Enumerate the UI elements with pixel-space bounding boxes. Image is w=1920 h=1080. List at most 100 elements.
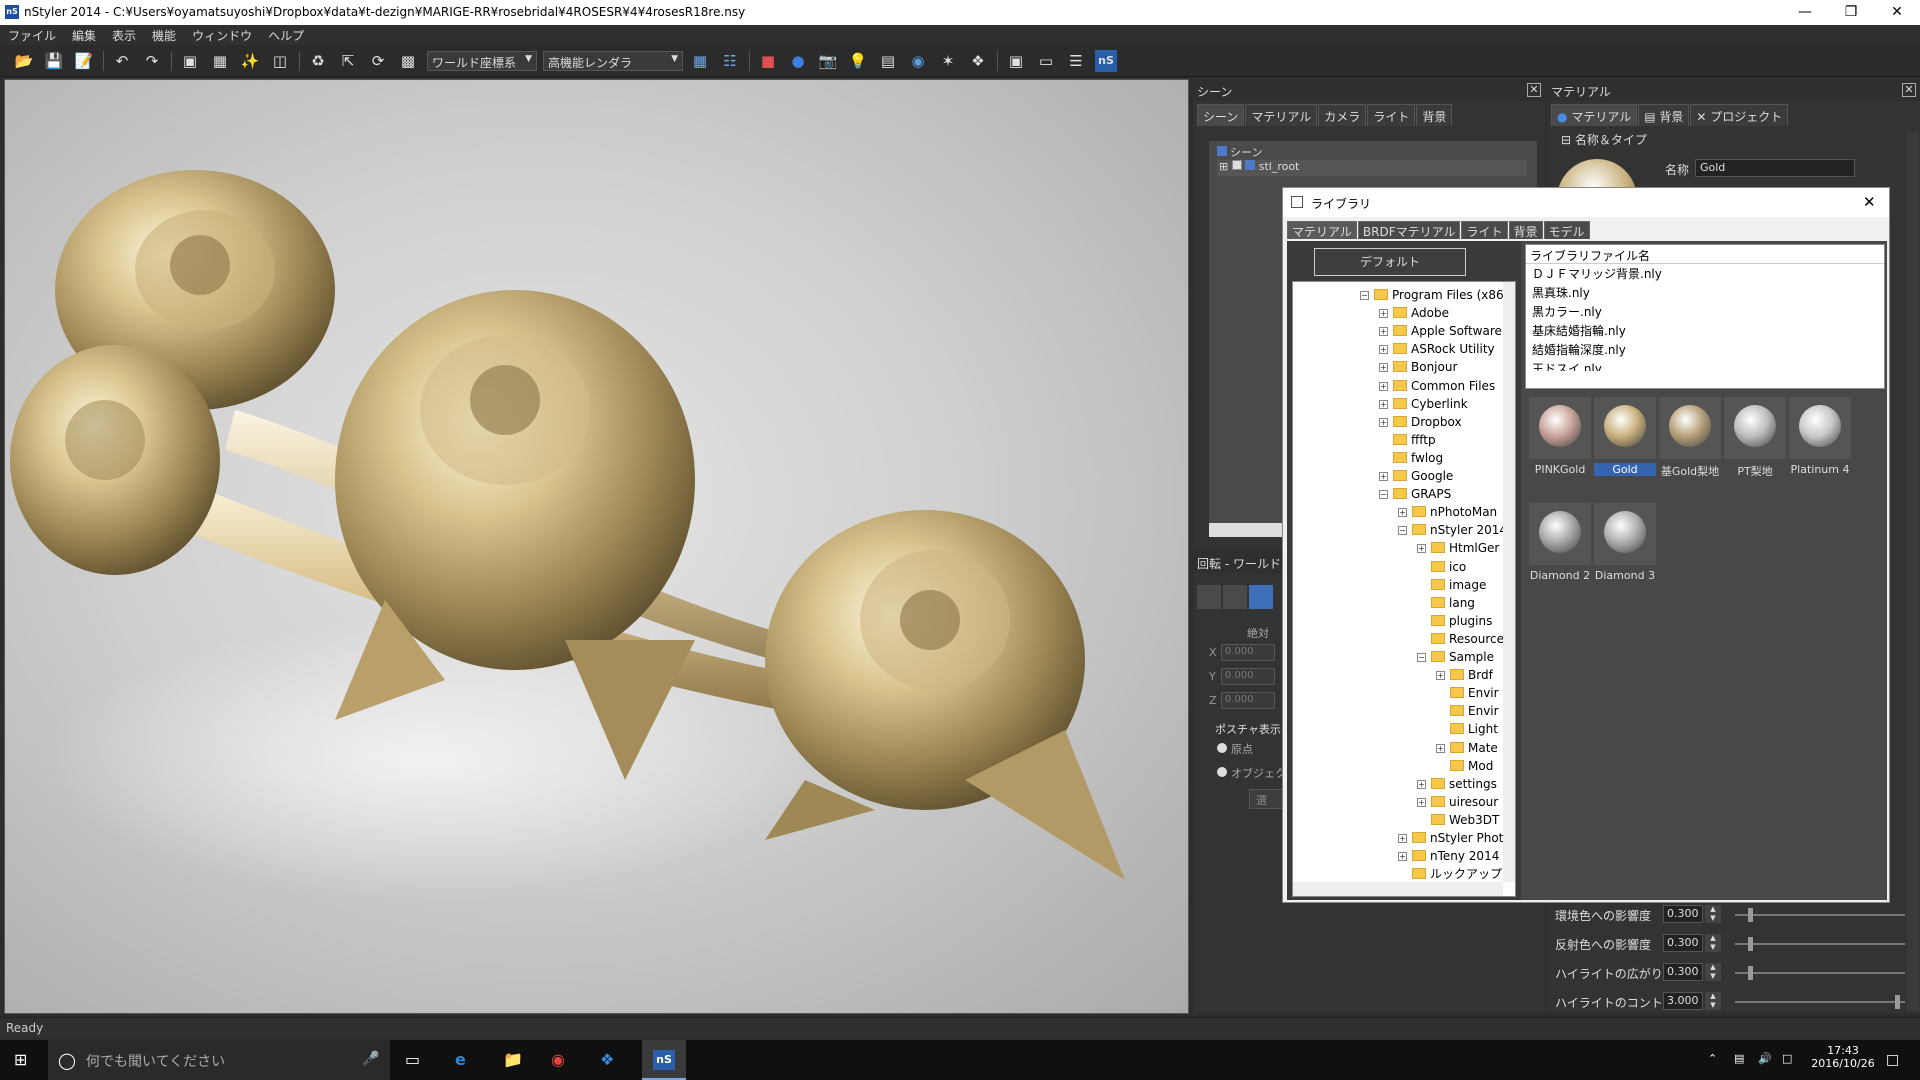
- folder-tree-item[interactable]: + settings: [1417, 775, 1497, 793]
- nstyler-icon[interactable]: nS: [1095, 50, 1117, 72]
- folder-tree-item[interactable]: Envir: [1436, 702, 1499, 720]
- file-explorer-icon[interactable]: 📁: [503, 1050, 523, 1069]
- renderer-select[interactable]: 高機能レンダラ ▼: [543, 51, 683, 71]
- folder-tree-item[interactable]: − Program Files (x86): [1360, 286, 1508, 304]
- screenshot-icon[interactable]: ▣: [1005, 50, 1027, 72]
- nstyler-taskbar-button[interactable]: nS: [642, 1040, 686, 1080]
- scale-icon[interactable]: ▩: [397, 50, 419, 72]
- microphone-icon[interactable]: 🎤: [362, 1051, 379, 1067]
- volume-icon[interactable]: 🔊: [1758, 1052, 1772, 1065]
- expand-icon[interactable]: +: [1398, 852, 1407, 862]
- menu-function[interactable]: 機能: [144, 25, 184, 44]
- collapse-icon[interactable]: −: [1417, 653, 1426, 662]
- default-button[interactable]: デフォルト: [1314, 248, 1466, 276]
- menu-edit[interactable]: 編集: [64, 25, 104, 44]
- environment-icon[interactable]: ◉: [907, 50, 929, 72]
- move-icon[interactable]: ⇱: [337, 50, 359, 72]
- prop-spread-value[interactable]: 0.300: [1663, 963, 1703, 981]
- collapse-icon[interactable]: −: [1398, 526, 1407, 536]
- axis-y-field[interactable]: 0.000: [1221, 668, 1275, 685]
- folder-tree-item[interactable]: + Google: [1379, 467, 1453, 485]
- material-thumbnail[interactable]: Diamond 2: [1529, 503, 1591, 587]
- folder-tree-item[interactable]: Envir: [1436, 684, 1499, 702]
- scene-panel-close[interactable]: ✕: [1527, 83, 1541, 97]
- expand-icon[interactable]: +: [1417, 797, 1426, 807]
- file-item[interactable]: 黒カラー.nly: [1526, 302, 1884, 321]
- lib-tab-light[interactable]: ライト: [1461, 221, 1508, 239]
- folder-tree-item[interactable]: Mod: [1436, 757, 1493, 775]
- expand-icon[interactable]: +: [1379, 309, 1388, 319]
- prop-spread-spinner[interactable]: ▲ ▼: [1705, 963, 1721, 981]
- prop-spread-slider[interactable]: [1735, 972, 1905, 974]
- windows-start-icon[interactable]: ⊞: [14, 1050, 27, 1069]
- collapse-icon[interactable]: −: [1360, 291, 1369, 300]
- coord-system-select[interactable]: ワールド座標系 ▼: [427, 51, 537, 71]
- list-icon[interactable]: ☰: [1065, 50, 1087, 72]
- expand-icon[interactable]: +: [1398, 834, 1407, 843]
- maximize-button[interactable]: ❐: [1828, 0, 1874, 25]
- expand-icon[interactable]: +: [1417, 544, 1426, 554]
- open-icon[interactable]: 📂: [13, 50, 35, 72]
- folder-tree-item[interactable]: + nStyler Phot: [1398, 829, 1503, 847]
- tree-vscrollbar[interactable]: [1503, 282, 1515, 882]
- menu-file[interactable]: ファイル: [0, 25, 64, 44]
- folder-tree-item[interactable]: Web3DT: [1417, 811, 1499, 829]
- folder-tree-item[interactable]: + ASRock Utility: [1379, 340, 1495, 358]
- prop-ambient-value[interactable]: 0.300: [1663, 905, 1703, 923]
- slider-knob[interactable]: [1748, 937, 1754, 951]
- tab-material-props[interactable]: ● マテリアル: [1551, 104, 1638, 126]
- save-as-icon[interactable]: 📝: [73, 50, 95, 72]
- prop-ambient-spinner[interactable]: ▲ ▼: [1705, 905, 1721, 923]
- 3d-viewport[interactable]: [4, 79, 1189, 1014]
- rotate-icon[interactable]: ⟳: [367, 50, 389, 72]
- file-item[interactable]: 黒真珠.nly: [1526, 283, 1884, 302]
- material-scrollbar[interactable]: [1907, 131, 1919, 1011]
- background-icon[interactable]: ▤: [877, 50, 899, 72]
- folder-tree-item[interactable]: plugins: [1417, 612, 1492, 630]
- lib-tab-model[interactable]: モデル: [1543, 221, 1590, 239]
- library-close-button[interactable]: ✕: [1863, 193, 1876, 211]
- folder-tree-item[interactable]: ルックアップテ: [1398, 865, 1514, 883]
- file-item[interactable]: 基床結婚指輪.nly: [1526, 321, 1884, 340]
- folder-tree-item[interactable]: + HtmlGer: [1417, 539, 1499, 557]
- folder-tree-item[interactable]: + Mate: [1436, 739, 1498, 757]
- expand-icon[interactable]: +: [1398, 508, 1407, 518]
- prop-contrast-value[interactable]: 3.000: [1663, 992, 1703, 1010]
- expand-icon[interactable]: +: [1379, 345, 1388, 355]
- axis-z-field[interactable]: 0.000: [1221, 692, 1275, 709]
- radio-origin[interactable]: 原点: [1217, 741, 1253, 757]
- save-icon[interactable]: 💾: [43, 50, 65, 72]
- expand-icon[interactable]: +: [1436, 671, 1445, 681]
- tab-material[interactable]: マテリアル: [1245, 104, 1318, 126]
- folder-tree-item[interactable]: + Cyberlink: [1379, 395, 1468, 413]
- tab-background[interactable]: 背景: [1416, 104, 1453, 126]
- folder-tree-item[interactable]: fwlog: [1379, 449, 1443, 467]
- notification-icon[interactable]: □: [1886, 1052, 1899, 1068]
- prop-reflect-spinner[interactable]: ▲ ▼: [1705, 934, 1721, 952]
- folder-tree-item[interactable]: + nPhotoMan: [1398, 503, 1497, 521]
- expand-icon[interactable]: +: [1417, 779, 1426, 789]
- undo-icon[interactable]: ↶: [111, 50, 133, 72]
- folder-tree-item[interactable]: + Brdf: [1436, 666, 1493, 684]
- folder-tree-item[interactable]: − GRAPS: [1379, 485, 1451, 503]
- expand-icon[interactable]: +: [1379, 363, 1388, 373]
- prop-ambient-slider[interactable]: [1735, 914, 1905, 916]
- tab-project[interactable]: ✕ プロジェクト: [1690, 104, 1789, 126]
- grid-view-icon[interactable]: ▦: [689, 50, 711, 72]
- menu-view[interactable]: 表示: [104, 25, 144, 44]
- prop-contrast-spinner[interactable]: ▲ ▼: [1705, 992, 1721, 1010]
- rotate-view-icon[interactable]: ♻: [307, 50, 329, 72]
- redo-icon[interactable]: ↷: [141, 50, 163, 72]
- task-view-icon[interactable]: ▭: [405, 1050, 420, 1069]
- axis-x-field[interactable]: 0.000: [1221, 644, 1275, 661]
- expand-icon[interactable]: +: [1379, 472, 1388, 481]
- monitor-icon[interactable]: ▭: [1035, 50, 1057, 72]
- expand-icon[interactable]: +: [1379, 327, 1388, 337]
- expand-icon[interactable]: +: [1379, 381, 1388, 391]
- prop-contrast-slider[interactable]: [1735, 1001, 1905, 1003]
- lib-tab-brdf[interactable]: BRDFマテリアル: [1357, 221, 1461, 239]
- tree-hscrollbar[interactable]: [1293, 882, 1503, 896]
- sphere-icon[interactable]: ●: [787, 50, 809, 72]
- menu-help[interactable]: ヘルプ: [260, 25, 312, 44]
- ime-icon[interactable]: □: [1782, 1052, 1792, 1065]
